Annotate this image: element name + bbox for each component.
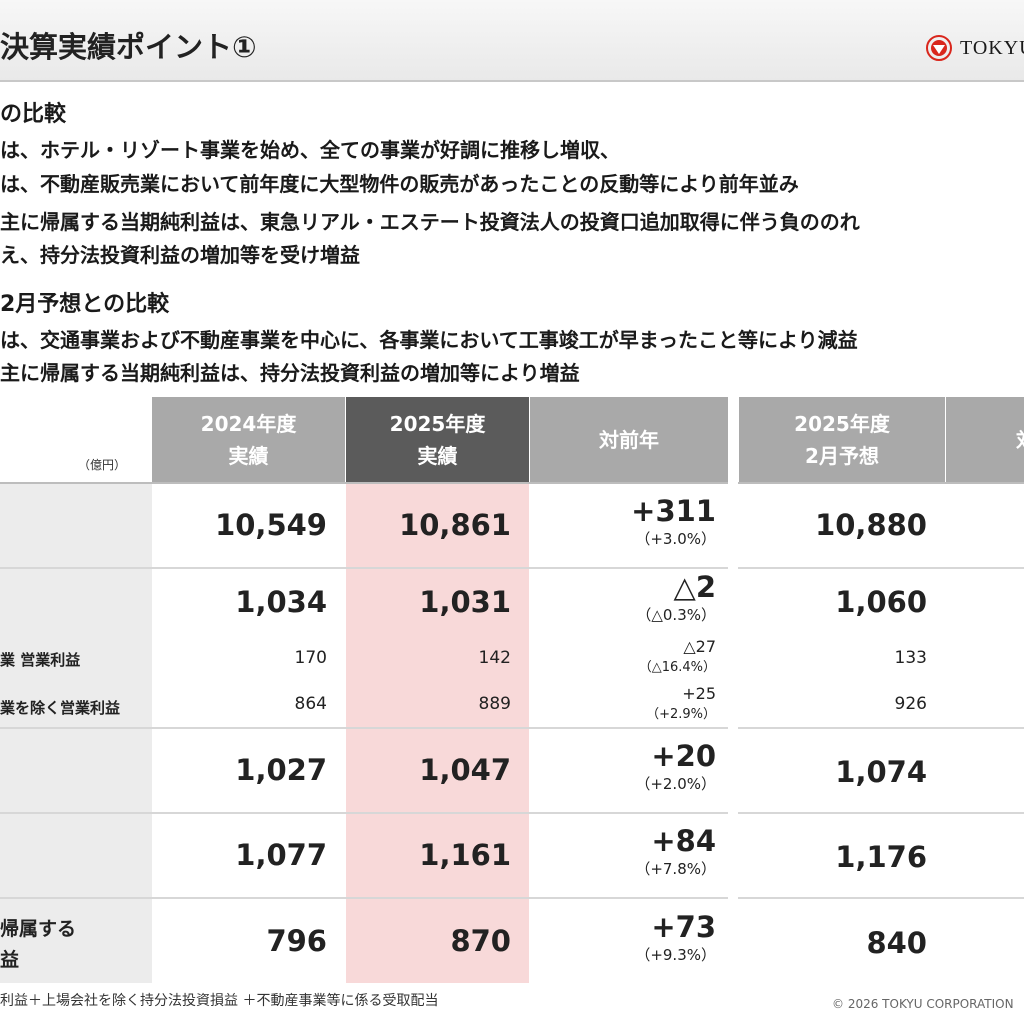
- yoy-percent: （+7.8%）: [635, 860, 716, 878]
- cell-fy2025: 1,161: [419, 838, 511, 872]
- header-vs-forecast: 対: [946, 397, 1024, 482]
- cell-fy2025: 889: [478, 694, 511, 714]
- cell-forecast: 840: [866, 926, 927, 960]
- text-line: は、交通事業および不動産事業を中心に、各事業において工事竣工が早まったこと等によ…: [0, 328, 858, 352]
- tokyu-logo-icon: [926, 35, 952, 61]
- cell-fy2025: 142: [478, 648, 511, 668]
- yoy-value: +20: [651, 739, 716, 773]
- yoy-value: +25: [682, 684, 716, 703]
- header-forecast: 2025年度 2月予想: [739, 397, 945, 482]
- yoy-percent: （+9.3%）: [635, 946, 716, 964]
- yoy-percent: （+3.0%）: [635, 530, 716, 548]
- text-line: 主に帰属する当期純利益は、持分法投資利益の増加等により増益: [0, 361, 580, 385]
- cell-forecast: 1,060: [835, 585, 927, 619]
- cell-yoy: +25 （+2.9%）: [530, 684, 716, 722]
- cell-yoy: +73 （+9.3%）: [530, 910, 716, 965]
- header-forecast-line2: 2月予想: [805, 443, 879, 468]
- cell-fy2024: 796: [266, 924, 327, 958]
- section-heading-prior: の比較: [0, 102, 67, 127]
- text-line: は、ホテル・リゾート事業を始め、全ての事業が好調に推移し増収、: [0, 138, 620, 162]
- company-logo: TOKYU: [926, 34, 1024, 62]
- cell-fy2025: 10,861: [399, 508, 511, 542]
- row-label: 業 営業利益: [0, 651, 81, 669]
- header-yoy: 対前年: [530, 397, 728, 482]
- text-line: え、持分法投資利益の増加等を受け増益: [0, 243, 360, 267]
- cell-forecast: 1,176: [835, 840, 927, 874]
- header-forecast-line1: 2025年度: [794, 411, 890, 436]
- text-line: は、不動産販売業において前年度に大型物件の販売があったことの反動等により前年並み: [0, 172, 799, 196]
- header-yoy-label: 対前年: [599, 427, 659, 452]
- cell-fy2025: 870: [450, 924, 511, 958]
- cell-forecast: 1,074: [835, 755, 927, 789]
- row-label: 帰属する: [0, 918, 77, 940]
- cell-fy2024: 1,027: [235, 753, 327, 787]
- cell-forecast: 926: [894, 694, 927, 714]
- row-label-line2: 益: [0, 949, 20, 971]
- header-fy2025: 2025年度 実績: [346, 397, 529, 482]
- cell-fy2025: 1,031: [419, 585, 511, 619]
- section-heading-forecast: 2月予想との比較: [0, 292, 170, 317]
- yoy-percent: （△0.3%）: [636, 606, 716, 624]
- row-divider: [0, 482, 1024, 484]
- cell-fy2024: 170: [294, 648, 327, 668]
- yoy-value: +84: [651, 824, 716, 858]
- label-column: [0, 482, 152, 983]
- cell-fy2024: 10,549: [215, 508, 327, 542]
- yoy-value: △27: [683, 637, 716, 656]
- header-fy2024: 2024年度 実績: [152, 397, 345, 482]
- unit-label: （億円）: [78, 458, 127, 472]
- column-gap: [728, 397, 738, 983]
- header-fy2025-line2: 実績: [417, 443, 458, 468]
- row-divider: [0, 567, 1024, 569]
- cell-yoy: +311 （+3.0%）: [530, 494, 716, 549]
- yoy-percent: （+2.0%）: [635, 775, 716, 793]
- logo-text: TOKYU: [960, 36, 1024, 59]
- header-vs-forecast-label: 対: [1016, 424, 1024, 456]
- row-label: 業を除く営業利益: [0, 699, 121, 717]
- cell-forecast: 10,880: [815, 508, 927, 542]
- yoy-value: △2: [673, 570, 716, 604]
- footnote: 利益＋上場会社を除く持分法投資損益 ＋不動産事業等に係る受取配当: [0, 993, 439, 1009]
- row-divider: [0, 727, 1024, 729]
- copyright: © 2026 TOKYU CORPORATION: [832, 997, 1014, 1011]
- yoy-value: +311: [631, 494, 716, 528]
- cell-forecast: 133: [894, 648, 927, 668]
- cell-yoy: △2 （△0.3%）: [530, 570, 716, 625]
- header-fy2024-line2: 実績: [228, 443, 269, 468]
- page-title: 決算実績ポイント①: [0, 30, 257, 64]
- cell-fy2024: 864: [294, 694, 327, 714]
- header-fy2024-line1: 2024年度: [200, 411, 297, 436]
- header-fy2025-line1: 2025年度: [389, 411, 486, 436]
- slide-header: 決算実績ポイント① TOKYU: [0, 0, 1024, 82]
- cell-fy2024: 1,077: [235, 838, 327, 872]
- highlight-column-fy2025: [346, 482, 529, 983]
- yoy-value: +73: [651, 910, 716, 944]
- cell-yoy: +84 （+7.8%）: [530, 824, 716, 879]
- yoy-percent: （+2.9%）: [646, 707, 716, 722]
- cell-yoy: +20 （+2.0%）: [530, 739, 716, 794]
- row-divider: [0, 897, 1024, 899]
- row-divider: [0, 812, 1024, 814]
- cell-fy2025: 1,047: [419, 753, 511, 787]
- text-line: 主に帰属する当期純利益は、東急リアル・エステート投資法人の投資口追加取得に伴う負…: [0, 210, 860, 234]
- cell-fy2024: 1,034: [235, 585, 327, 619]
- cell-yoy: △27 （△16.4%）: [530, 637, 716, 675]
- yoy-percent: （△16.4%）: [638, 660, 716, 675]
